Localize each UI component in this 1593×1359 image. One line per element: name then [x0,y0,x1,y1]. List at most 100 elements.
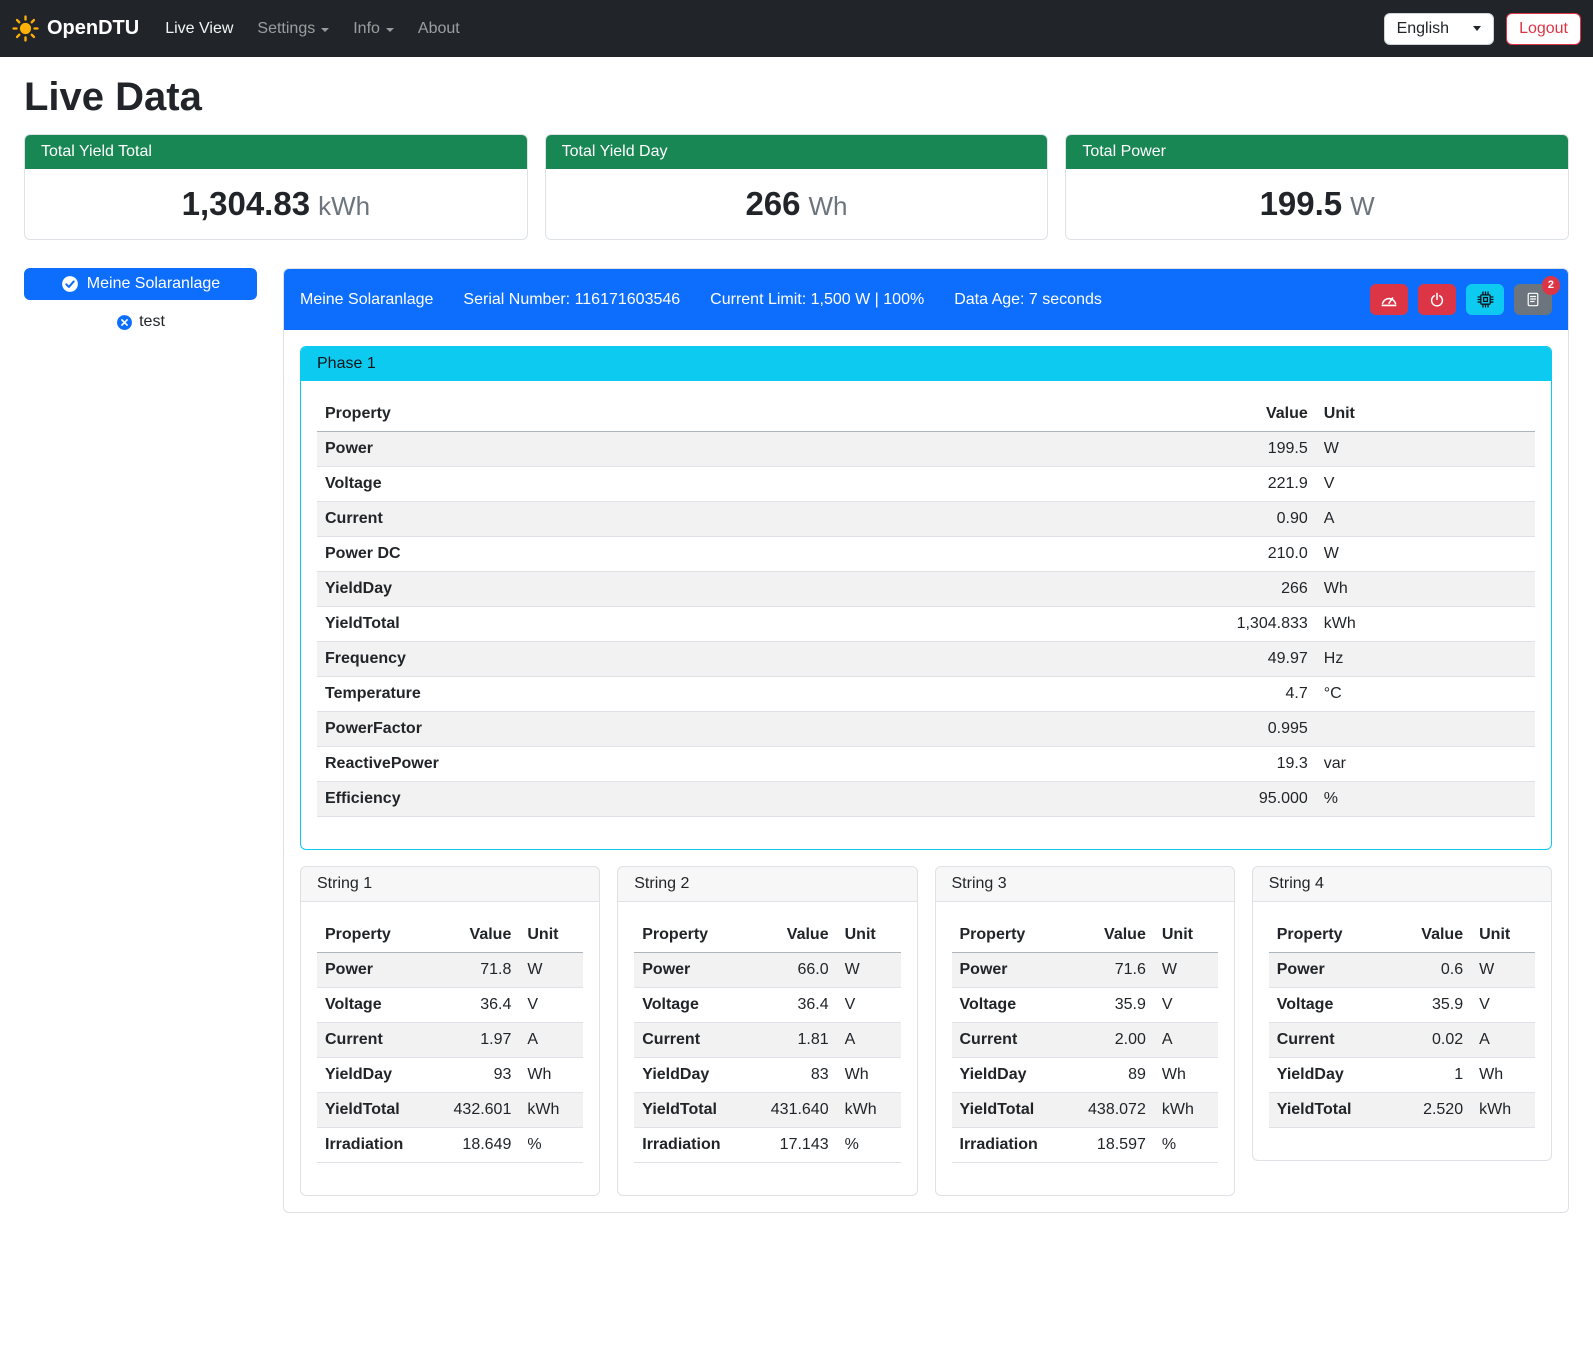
value-cell: 17.143 [741,1128,837,1163]
column-header: Unit [1316,397,1535,432]
value-cell: 2.00 [1058,1023,1154,1058]
string-card-title: String 3 [936,867,1234,902]
value-cell: 18.649 [424,1128,520,1163]
property-cell: YieldDay [952,1058,1059,1093]
navbar: OpenDTU Live View Settings Info About En… [0,0,1593,57]
table-row: Voltage36.4V [634,988,900,1023]
table-row: Irradiation18.649% [317,1128,583,1163]
value-cell: 36.4 [741,988,837,1023]
summary-card-total-yield-total: Total Yield Total 1,304.83kWh [24,134,528,240]
table-row: Voltage221.9V [317,467,1535,502]
summary-cards: Total Yield Total 1,304.83kWh Total Yiel… [24,134,1569,240]
unit-cell: °C [1316,677,1535,712]
table-row: YieldTotal432.601kWh [317,1093,583,1128]
string-card-title: String 2 [618,867,916,902]
event-log-button[interactable]: 2 [1514,284,1552,315]
table-row: Temperature4.7°C [317,677,1535,712]
value-cell: 1.97 [424,1023,520,1058]
unit-cell: V [1471,988,1535,1023]
table-row: YieldDay1Wh [1269,1058,1535,1093]
column-header: Property [634,918,741,953]
table-row: Power71.6W [952,953,1218,988]
navbar-right: English Logout [1384,13,1581,45]
summary-unit: kWh [318,191,370,221]
language-selected-value: English [1397,20,1449,38]
value-cell: 36.4 [424,988,520,1023]
sidebar-item-test[interactable]: test [24,313,257,331]
unit-cell: A [837,1023,901,1058]
column-header: Unit [1471,918,1535,953]
nav-settings-label: Settings [257,20,315,38]
value-cell: 95.000 [915,782,1316,817]
value-cell: 0.02 [1375,1023,1471,1058]
brand[interactable]: OpenDTU [12,15,139,42]
column-header: Property [317,397,915,432]
nav-about[interactable]: About [406,12,472,46]
property-cell: YieldDay [317,1058,424,1093]
unit-cell: V [837,988,901,1023]
unit-cell: Wh [1471,1058,1535,1093]
table-row: YieldDay89Wh [952,1058,1218,1093]
data-table: PropertyValueUnitPower71.6WVoltage35.9VC… [952,918,1218,1163]
value-cell: 210.0 [915,537,1316,572]
inverter-sidebar: Meine Solaranlage test [24,268,257,331]
gauge-icon [1380,291,1398,309]
table-header-row: PropertyValueUnit [634,918,900,953]
table-row: Current1.97A [317,1023,583,1058]
column-header: Value [424,918,520,953]
sidebar-item-label: test [139,313,165,331]
inverter-serial: Serial Number: 116171603546 [463,291,680,309]
data-table: PropertyValueUnitPower71.8WVoltage36.4VC… [317,918,583,1163]
property-cell: Frequency [317,642,915,677]
table-row: Efficiency95.000% [317,782,1535,817]
nav-info[interactable]: Info [341,12,406,46]
main-nav: Live View Settings Info About [153,12,1383,46]
table-row: YieldTotal1,304.833kWh [317,607,1535,642]
unit-cell: A [1471,1023,1535,1058]
language-select[interactable]: English [1384,13,1494,45]
value-cell: 71.8 [424,953,520,988]
table-row: Power71.8W [317,953,583,988]
sidebar-item-meine-solaranlage[interactable]: Meine Solaranlage [24,268,257,300]
unit-cell: % [1316,782,1535,817]
value-cell: 221.9 [915,467,1316,502]
inverter-name: Meine Solaranlage [300,291,433,309]
table-row: Power199.5W [317,432,1535,467]
table-row: YieldDay266Wh [317,572,1535,607]
property-cell: Current [317,502,915,537]
nav-about-label: About [418,20,460,38]
summary-value: 266 [745,185,800,222]
unit-cell: V [519,988,583,1023]
logout-button[interactable]: Logout [1506,13,1581,45]
property-cell: YieldTotal [317,1093,424,1128]
device-info-button[interactable] [1466,284,1504,315]
value-cell: 93 [424,1058,520,1093]
column-header: Property [317,918,424,953]
string-card-title: String 1 [301,867,599,902]
cpu-icon [1477,291,1494,308]
unit-cell: Wh [519,1058,583,1093]
brand-name: OpenDTU [47,17,139,40]
unit-cell: Wh [1154,1058,1218,1093]
property-cell: PowerFactor [317,712,915,747]
page-title: Live Data [24,75,1569,120]
value-cell: 431.640 [741,1093,837,1128]
limit-settings-button[interactable] [1370,284,1408,315]
property-cell: Current [1269,1023,1376,1058]
table-row: Voltage35.9V [1269,988,1535,1023]
summary-card-total-power: Total Power 199.5W [1065,134,1569,240]
value-cell: 432.601 [424,1093,520,1128]
nav-live-view[interactable]: Live View [153,12,245,46]
power-settings-button[interactable] [1418,284,1456,315]
nav-settings[interactable]: Settings [245,12,341,46]
table-row: YieldTotal431.640kWh [634,1093,900,1128]
unit-cell: A [1316,502,1535,537]
chevron-down-icon [321,28,329,32]
table-header-row: PropertyValueUnit [317,918,583,953]
nav-live-view-label: Live View [165,20,233,38]
table-row: Power66.0W [634,953,900,988]
value-cell: 19.3 [915,747,1316,782]
unit-cell: var [1316,747,1535,782]
inverter-limit: Current Limit: 1,500 W | 100% [710,291,924,309]
unit-cell: W [1154,953,1218,988]
